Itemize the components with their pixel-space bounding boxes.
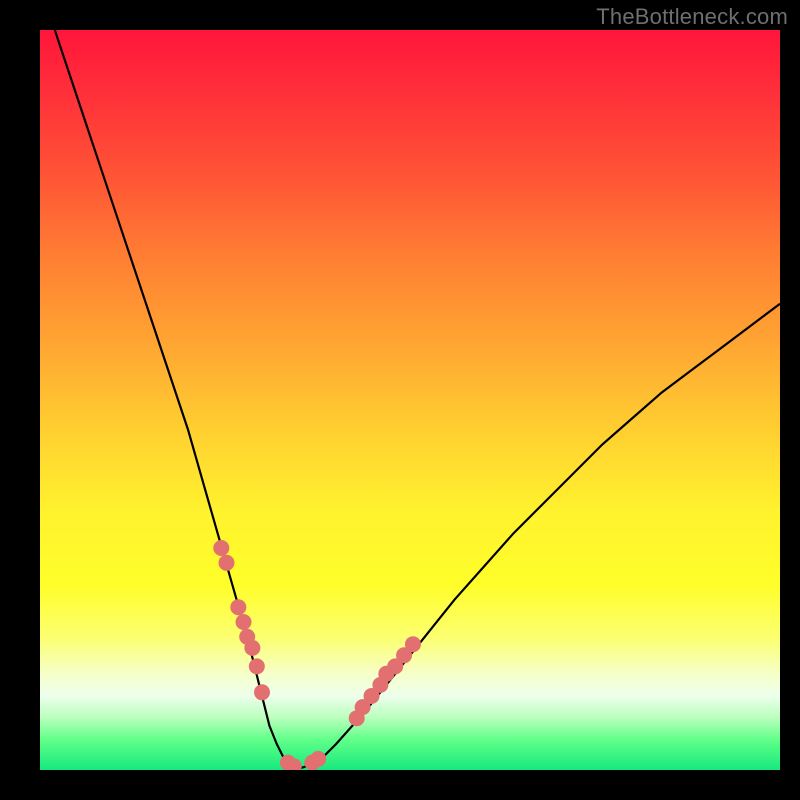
curve-marker [280, 755, 296, 770]
curve-marker [378, 666, 394, 682]
curve-marker [310, 751, 326, 767]
curve-marker [239, 629, 255, 645]
curve-marker [230, 599, 246, 615]
curve-marker [349, 710, 365, 726]
curve-marker [236, 614, 252, 630]
curve-marker [405, 636, 421, 652]
curve-marker [372, 677, 388, 693]
curve-markers [213, 540, 421, 770]
curve-marker [249, 658, 265, 674]
curve-marker [286, 758, 302, 770]
curve-marker [355, 699, 371, 715]
curve-marker [364, 688, 380, 704]
plot-area [40, 30, 780, 770]
chart-frame: TheBottleneck.com [0, 0, 800, 800]
curve-marker [396, 647, 412, 663]
curve-marker [387, 658, 403, 674]
curve-marker [213, 540, 229, 556]
watermark-text: TheBottleneck.com [596, 4, 788, 30]
curve-marker [244, 640, 260, 656]
chart-svg [40, 30, 780, 770]
curve-marker [254, 684, 270, 700]
curve-marker [304, 755, 320, 770]
bottleneck-curve [55, 30, 780, 769]
curve-marker [218, 555, 234, 571]
